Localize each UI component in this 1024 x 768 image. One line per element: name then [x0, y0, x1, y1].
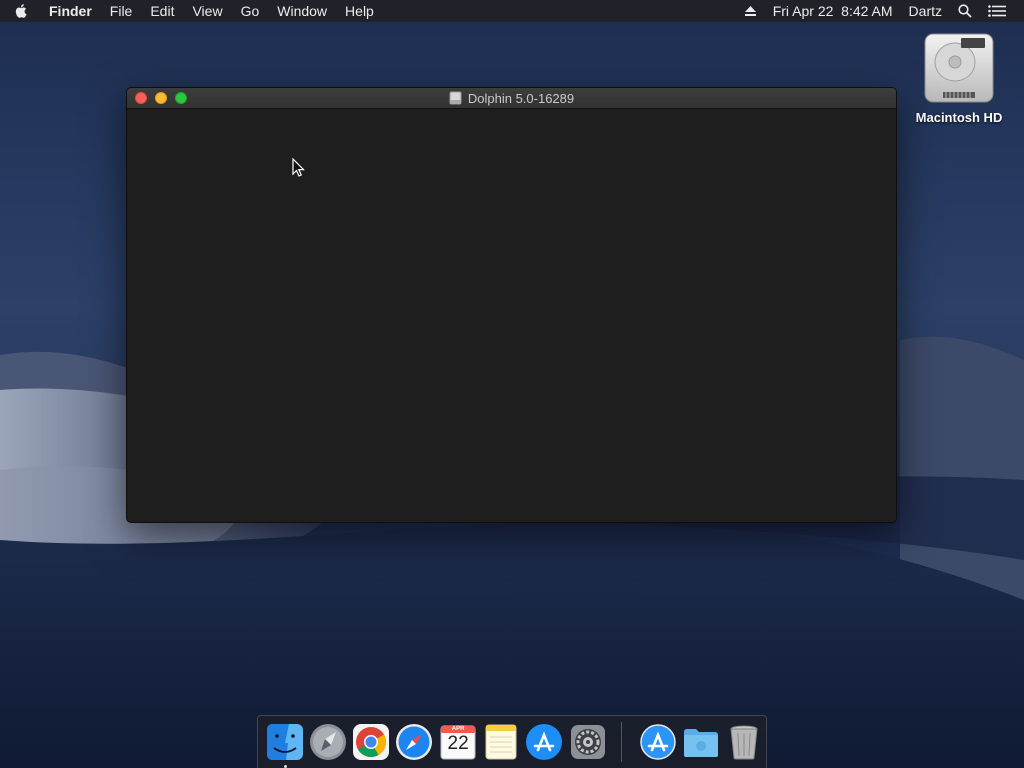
- desktop-icon-macintosh-hd[interactable]: Macintosh HD: [906, 30, 1012, 145]
- menu-bar: Finder File Edit View Go Window Help Fri…: [0, 0, 1024, 22]
- dock-item-app-store[interactable]: [525, 722, 564, 762]
- dock-item-calendar[interactable]: APR 22: [438, 722, 477, 762]
- menu-go[interactable]: Go: [232, 0, 269, 22]
- window-minimize-button[interactable]: [155, 92, 167, 104]
- chrome-icon: [353, 724, 390, 760]
- dock: APR 22: [257, 715, 767, 768]
- downloads-folder-icon: [684, 729, 719, 757]
- window-close-button[interactable]: [135, 92, 147, 104]
- finder-icon: [266, 724, 303, 760]
- mouse-cursor-icon: [292, 158, 305, 177]
- apple-menu-icon[interactable]: [0, 0, 40, 22]
- system-preferences-icon: [570, 725, 605, 759]
- window-titlebar[interactable]: Dolphin 5.0-16289: [127, 88, 896, 109]
- launchpad-icon: [309, 724, 346, 760]
- desktop-icon-label: Macintosh HD: [915, 110, 1003, 125]
- dock-item-safari[interactable]: [395, 722, 434, 762]
- app-window: Dolphin 5.0-16289: [126, 87, 897, 523]
- menu-view[interactable]: View: [183, 0, 231, 22]
- clock[interactable]: Fri Apr 22 8:42 AM: [765, 0, 901, 22]
- trash-icon: [730, 725, 758, 760]
- dock-item-finder[interactable]: [265, 722, 304, 768]
- user-name[interactable]: Dartz: [901, 0, 950, 22]
- window-content[interactable]: [127, 109, 896, 522]
- document-icon: [449, 91, 462, 105]
- menu-edit[interactable]: Edit: [141, 0, 183, 22]
- menu-help[interactable]: Help: [336, 0, 383, 22]
- dock-separator: [621, 722, 623, 762]
- safari-icon: [396, 724, 433, 760]
- dock-item-launchpad[interactable]: [308, 722, 347, 762]
- notes-icon: [485, 724, 517, 760]
- menu-app-name[interactable]: Finder: [40, 0, 101, 22]
- dock-item-downloads[interactable]: [682, 722, 721, 762]
- dock-item-notes[interactable]: [481, 722, 520, 762]
- eject-icon[interactable]: [736, 5, 765, 17]
- notification-center-icon[interactable]: [980, 5, 1014, 17]
- dock-item-applications[interactable]: [638, 722, 677, 762]
- app-store-folder-icon: [640, 724, 676, 760]
- app-store-icon: [526, 724, 563, 760]
- menu-window[interactable]: Window: [268, 0, 336, 22]
- spotlight-search-icon[interactable]: [950, 4, 980, 18]
- window-title: Dolphin 5.0-16289: [467, 90, 575, 106]
- hard-drive-icon: [924, 33, 994, 103]
- dock-item-system-preferences[interactable]: [568, 722, 607, 762]
- calendar-month: APR: [451, 726, 465, 732]
- window-maximize-button[interactable]: [175, 92, 187, 104]
- window-title-container: Dolphin 5.0-16289: [449, 91, 574, 106]
- dock-item-chrome[interactable]: [352, 722, 391, 762]
- dock-item-trash[interactable]: [725, 722, 764, 762]
- menu-file[interactable]: File: [101, 0, 142, 22]
- calendar-day: 22: [447, 733, 469, 754]
